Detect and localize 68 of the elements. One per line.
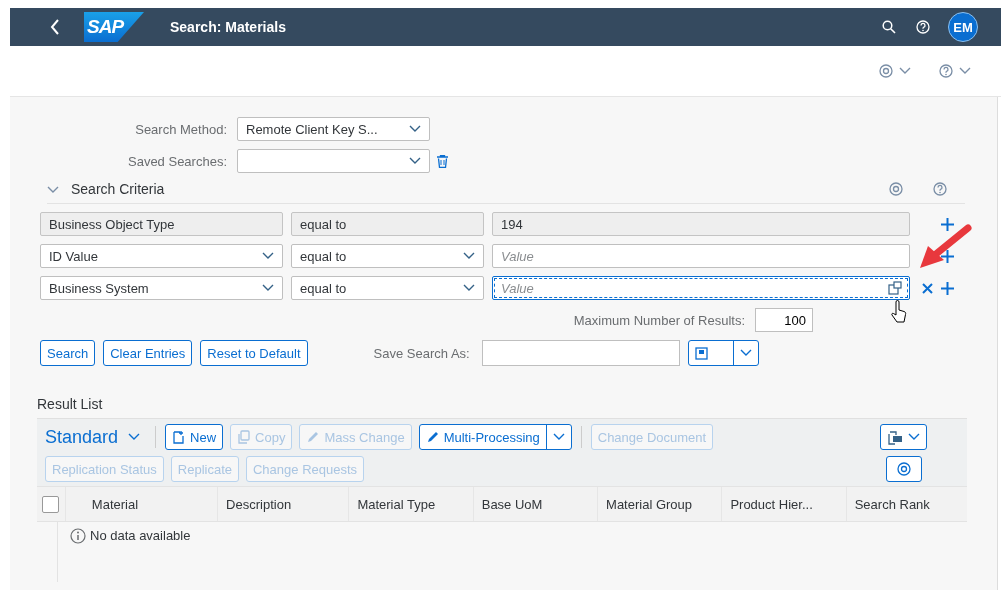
save-split-button[interactable] xyxy=(687,340,759,366)
annotation-arrow xyxy=(918,224,973,270)
column-header[interactable]: Material xyxy=(91,496,139,512)
logo[interactable]: SAP xyxy=(84,12,144,42)
action-button[interactable]: Search xyxy=(40,340,96,366)
select-all-checkbox[interactable] xyxy=(42,495,60,513)
column-header[interactable]: Description xyxy=(226,496,292,512)
chevron-down-icon xyxy=(409,157,421,165)
operator-dropdown[interactable]: equal to xyxy=(291,276,484,300)
value-field[interactable]: Value xyxy=(492,244,910,268)
value-help-icon[interactable] xyxy=(888,281,904,295)
settings-icon[interactable] xyxy=(896,462,911,476)
chevron-down-icon xyxy=(739,349,752,357)
search-icon[interactable] xyxy=(882,20,896,34)
pencil-icon xyxy=(425,430,439,444)
chevron-down-icon xyxy=(262,284,274,292)
chevron-down-icon xyxy=(409,125,421,133)
number-input[interactable]: 100 xyxy=(755,308,813,332)
column-header[interactable]: Search Rank xyxy=(854,496,930,512)
chevron-down-icon xyxy=(552,433,565,441)
save-icon xyxy=(694,346,708,360)
user-avatar[interactable]: EM xyxy=(948,12,978,42)
dropdown-field[interactable] xyxy=(237,149,430,173)
chevron-down-icon xyxy=(262,252,274,260)
copy-icon xyxy=(237,430,251,444)
text-input[interactable] xyxy=(481,340,680,366)
column-header[interactable]: Material Type xyxy=(357,496,436,512)
chevron-down-icon xyxy=(899,67,911,75)
chevron-down-icon xyxy=(463,284,475,292)
new-document-icon xyxy=(172,430,186,444)
chevron-down-icon xyxy=(959,67,971,75)
export-icon xyxy=(887,429,903,445)
back-icon[interactable] xyxy=(50,19,60,35)
action-button[interactable]: Clear Entries xyxy=(103,340,193,366)
action-button[interactable]: Reset to Default xyxy=(200,340,308,366)
add-icon[interactable] xyxy=(941,281,954,295)
add-icon[interactable] xyxy=(941,249,954,263)
settings-icon[interactable] xyxy=(889,182,903,196)
field-label: Search Method: xyxy=(134,121,227,137)
variant-selector[interactable]: Standard xyxy=(45,426,147,448)
criteria-field-dropdown[interactable]: ID Value xyxy=(40,244,283,268)
chevron-down-icon xyxy=(128,433,141,441)
table-settings-button[interactable] xyxy=(885,456,922,482)
empty-message: No data available xyxy=(90,528,191,543)
chevron-down-icon xyxy=(908,433,920,441)
criteria-field-dropdown[interactable]: Business System xyxy=(40,276,283,300)
column-header[interactable]: Material Group xyxy=(606,496,693,512)
chevron-down-icon xyxy=(463,252,475,260)
section-title: Search Criteria xyxy=(71,181,165,197)
toolbar-button[interactable]: New xyxy=(165,424,224,450)
value-field[interactable]: Value xyxy=(492,276,910,300)
info-icon xyxy=(70,528,86,544)
delete-icon[interactable] xyxy=(437,154,448,168)
field-label: Saved Searches: xyxy=(127,153,227,169)
pencil-icon xyxy=(306,430,320,444)
column-header[interactable]: Product Hier... xyxy=(730,496,813,512)
export-button[interactable] xyxy=(880,424,927,450)
operator-dropdown[interactable]: equal to xyxy=(291,244,484,268)
section-title: Result List xyxy=(37,396,104,412)
dropdown-field[interactable]: Remote Client Key S... xyxy=(237,117,430,141)
page-title: Search: Materials xyxy=(170,19,286,35)
hand-cursor-icon xyxy=(891,300,907,324)
remove-icon[interactable] xyxy=(922,282,933,294)
field-label: Save Search As: xyxy=(373,345,470,361)
field-label: Maximum Number of Results: xyxy=(573,312,745,328)
settings-icon[interactable] xyxy=(879,64,893,78)
column-header[interactable]: Base UoM xyxy=(481,496,543,512)
split-button[interactable]: Multi-Processing xyxy=(418,424,572,450)
